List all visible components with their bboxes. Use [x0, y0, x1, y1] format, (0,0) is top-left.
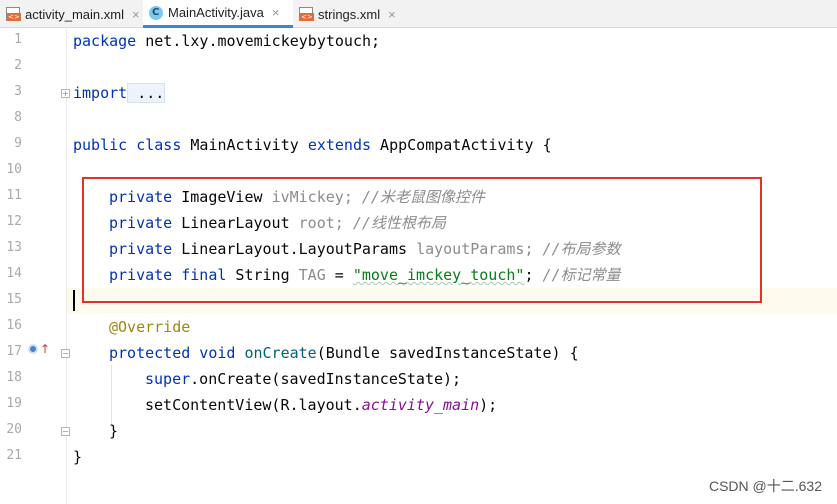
line-number: 13	[6, 240, 22, 255]
code-line-1[interactable]: package net.lxy.movemickeybytouch;	[73, 28, 380, 54]
xml-file-icon	[6, 7, 21, 21]
code-line-3[interactable]: import ...	[73, 80, 166, 106]
java-class-icon	[149, 5, 163, 20]
xml-file-icon	[299, 7, 314, 21]
tab-label: activity_main.xml	[25, 6, 124, 22]
line-number: 14	[6, 266, 22, 281]
line-number: 1	[14, 32, 22, 47]
close-icon[interactable]: ×	[272, 5, 280, 20]
layout-resource: activity_main	[361, 396, 480, 414]
close-icon[interactable]: ×	[132, 7, 140, 22]
code-line-19[interactable]: setContentView(R.layout.activity_main);	[145, 392, 497, 418]
code-line-9[interactable]: public class MainActivity extends AppCom…	[73, 132, 552, 158]
line-number: 21	[6, 448, 22, 463]
tab-label: strings.xml	[318, 6, 381, 22]
annotation: @Override	[109, 318, 191, 336]
watermark: CSDN @十二.632	[708, 478, 822, 494]
closing-paren: );	[479, 396, 498, 414]
method-name: onCreate	[235, 344, 317, 362]
line-number: 20	[6, 422, 22, 437]
code-line-17[interactable]: protected void onCreate(Bundle savedInst…	[109, 340, 579, 366]
text-caret	[73, 290, 75, 311]
line-number: 9	[14, 136, 22, 151]
override-marker-icon[interactable]	[28, 344, 38, 354]
line-number: 3	[14, 84, 22, 99]
method-call: setContentView(R.layout.	[145, 396, 362, 414]
tab-activity-main-xml[interactable]: activity_main.xml ×	[0, 0, 143, 28]
line-number: 18	[6, 370, 22, 385]
superclass: AppCompatActivity {	[371, 136, 552, 154]
line-number: 19	[6, 396, 22, 411]
keyword: protected void	[109, 344, 236, 362]
close-icon[interactable]: ×	[388, 7, 396, 22]
line-number-gutter[interactable]: 1 2 3 8 9 10 11 12 13 14 15 16 17 18 19 …	[0, 28, 67, 504]
code-line-16[interactable]: @Override	[109, 314, 190, 340]
class-name: MainActivity	[181, 136, 308, 154]
tab-label: MainActivity.java	[168, 5, 264, 20]
parameters: (Bundle savedInstanceState) {	[316, 344, 579, 362]
folded-imports[interactable]: ...	[127, 83, 166, 103]
method-call: .onCreate(savedInstanceState);	[190, 370, 462, 388]
keyword: super	[145, 370, 191, 388]
line-number: 11	[6, 188, 22, 203]
code-line-21[interactable]: }	[73, 444, 82, 470]
line-number: 16	[6, 318, 22, 333]
keyword: package	[73, 32, 137, 50]
editor-tab-bar: activity_main.xml × MainActivity.java × …	[0, 0, 837, 28]
up-arrow-icon[interactable]: ↑	[40, 342, 50, 356]
fold-collapse-icon[interactable]: −	[61, 427, 70, 436]
closing-brace: }	[73, 448, 83, 466]
line-number: 12	[6, 214, 22, 229]
tab-main-activity-java[interactable]: MainActivity.java ×	[143, 0, 293, 28]
keyword: import	[73, 84, 128, 102]
highlight-box	[82, 177, 762, 303]
code-line-18[interactable]: super.onCreate(savedInstanceState);	[145, 366, 461, 392]
keyword: extends	[307, 136, 372, 154]
line-number: 8	[14, 110, 22, 125]
line-number: 2	[14, 58, 22, 73]
keyword: public class	[73, 136, 182, 154]
fold-collapse-icon[interactable]: −	[61, 349, 70, 358]
code-line-20[interactable]: }	[109, 418, 118, 444]
package-name: net.lxy.movemickeybytouch;	[136, 32, 381, 50]
line-number: 17	[6, 344, 22, 359]
line-number: 15	[6, 292, 22, 307]
tab-strings-xml[interactable]: strings.xml ×	[293, 0, 408, 28]
fold-expand-icon[interactable]: +	[61, 89, 70, 98]
closing-brace: }	[109, 422, 119, 440]
line-number: 10	[6, 162, 22, 177]
